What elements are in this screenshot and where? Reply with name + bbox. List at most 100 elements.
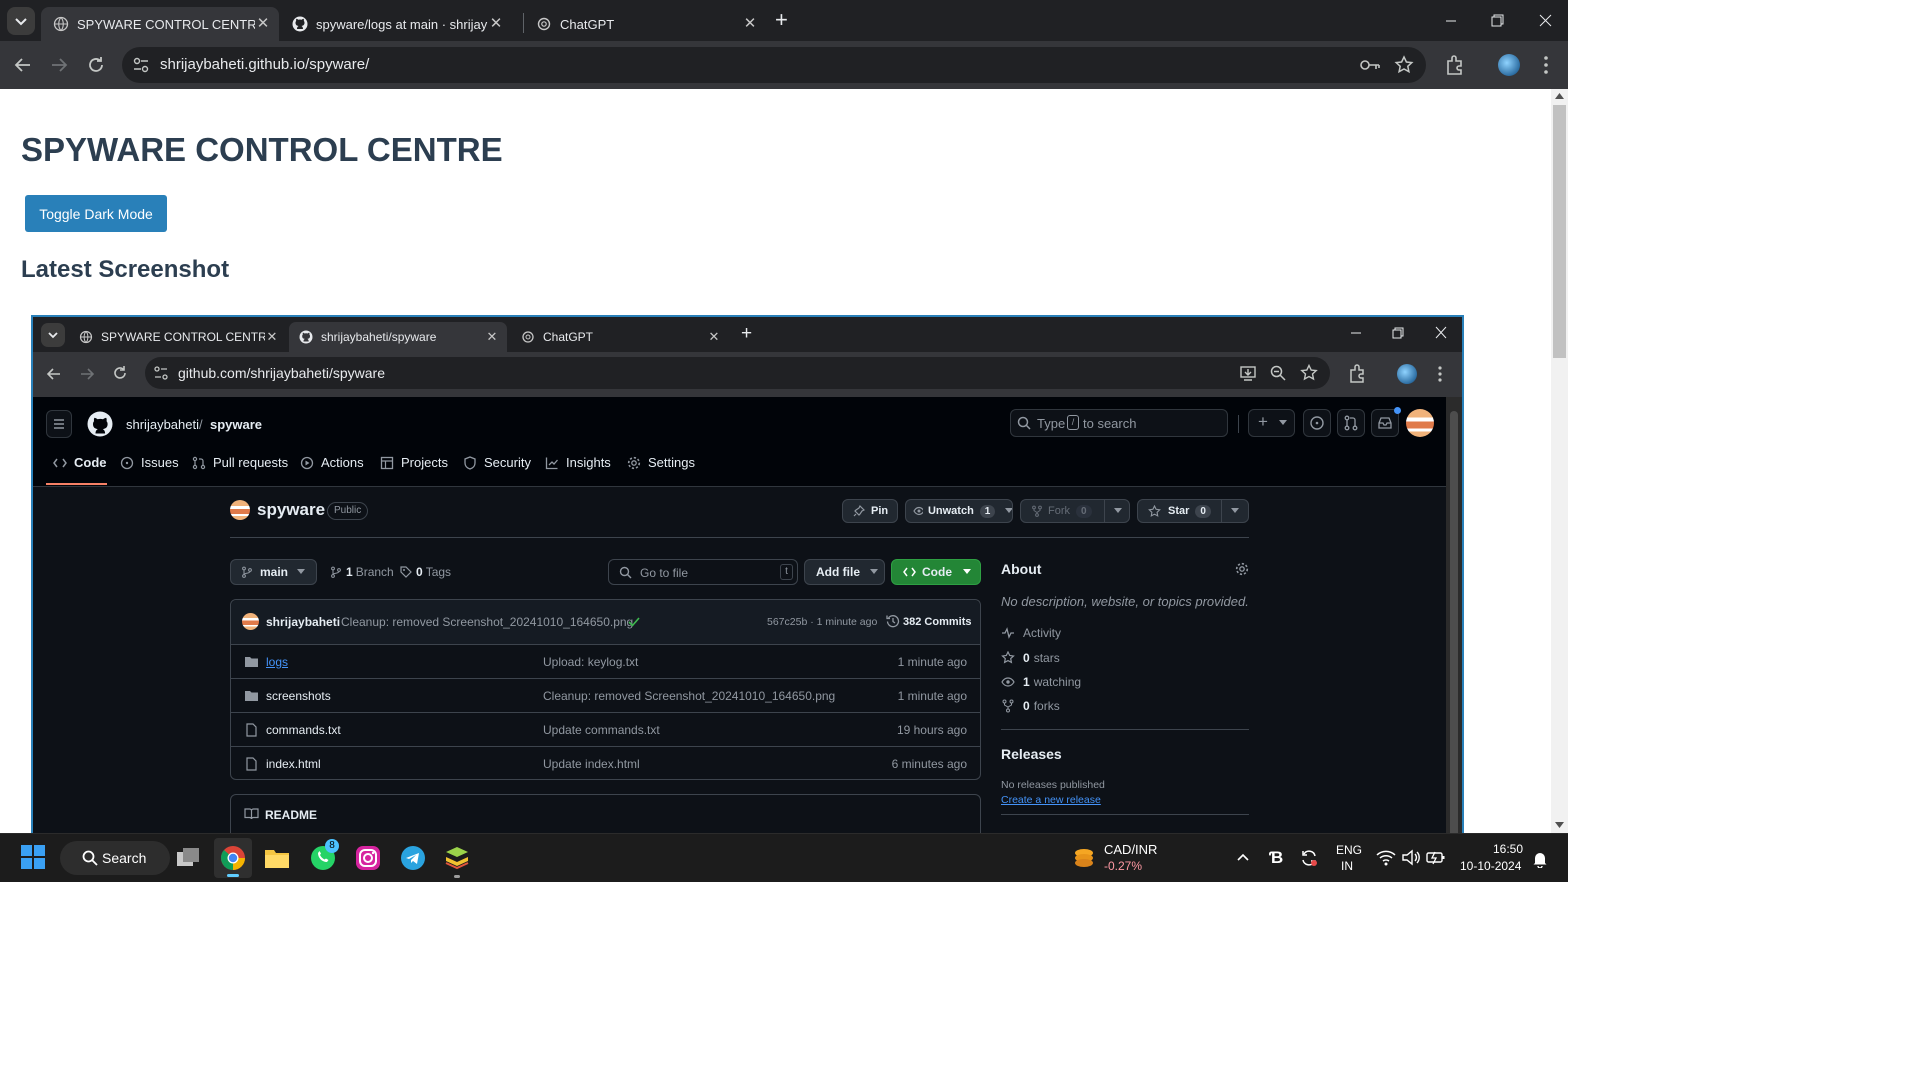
avatar[interactable] [1498, 54, 1520, 76]
address-bar[interactable]: shrijaybaheti.github.io/spyware/ [122, 47, 1426, 83]
password-key-icon[interactable] [1360, 57, 1380, 73]
inner-tab-bar: SPYWARE CONTROL CENTRE ✕ shrijaybaheti/s… [33, 317, 1462, 352]
git-branch-icon [331, 566, 341, 578]
taskbar: Search 8 CAD/INR -0.27% Ɓ ENG IN 16:50 1… [0, 833, 1568, 882]
tab-github-logs[interactable]: spyware/logs at main · shrijayba ✕ [280, 7, 522, 41]
page-scrollbar[interactable] [1551, 89, 1568, 833]
coins-icon[interactable] [1071, 845, 1097, 871]
scrollbar-thumb[interactable] [1553, 105, 1566, 358]
inbox-icon [1378, 417, 1392, 429]
about-divider [1001, 729, 1249, 730]
close-tab-icon[interactable]: ✕ [742, 16, 758, 32]
search-icon [619, 566, 632, 579]
chrome-taskbar-button[interactable] [214, 838, 252, 878]
whatsapp-taskbar-button[interactable]: 8 [309, 839, 339, 872]
tab-chatgpt[interactable]: ChatGPT ✕ [524, 7, 766, 41]
new-tab-button[interactable]: + [775, 9, 795, 33]
chevron-up-icon[interactable] [1236, 852, 1250, 862]
ticker-name: CAD/INR [1104, 842, 1158, 857]
inner-tab-spyware: SPYWARE CONTROL CENTRE ✕ [69, 322, 287, 352]
hamburger-icon [54, 419, 64, 429]
file-explorer-icon[interactable] [263, 844, 291, 872]
play-circle-icon [300, 456, 314, 469]
extensions-icon[interactable] [1444, 54, 1466, 76]
page-title: SPYWARE CONTROL CENTRE [21, 131, 503, 168]
region[interactable]: IN [1341, 859, 1353, 873]
tab-search-button[interactable] [7, 7, 35, 35]
speaker-icon[interactable] [1401, 849, 1421, 866]
bookmark-star-icon [1300, 364, 1318, 381]
taskbar-search[interactable]: Search [60, 841, 170, 875]
url-text: shrijaybaheti.github.io/spyware/ [160, 56, 370, 73]
back-arrow-icon[interactable] [12, 55, 34, 75]
bookmark-star-icon[interactable] [1394, 55, 1414, 75]
browser-toolbar: shrijaybaheti.github.io/spyware/ [0, 41, 1568, 89]
reload-icon[interactable] [85, 54, 107, 76]
inner-scrollbar [1446, 397, 1462, 833]
forward-arrow-icon[interactable] [48, 55, 70, 75]
instagram-icon[interactable] [354, 844, 382, 872]
table-row: screenshots Cleanup: removed Screenshot_… [231, 678, 980, 712]
globe-icon [53, 16, 69, 32]
table-row: commands.txt Update commands.txt 19 hour… [231, 712, 980, 746]
close-tab-icon[interactable]: ✕ [488, 16, 504, 32]
wifi-icon[interactable] [1376, 849, 1396, 866]
nav-security: Security [463, 455, 531, 470]
folder-icon [245, 691, 258, 701]
pulse-icon [1002, 627, 1014, 639]
inner-tab-title: SPYWARE CONTROL CENTRE [101, 330, 265, 344]
site-info-icon[interactable] [132, 57, 150, 73]
windows-start-icon[interactable] [20, 844, 48, 872]
inner-tab-github: shrijaybaheti/spyware ✕ [289, 322, 507, 352]
minimize-button[interactable] [1440, 12, 1462, 30]
caret-down-icon [963, 569, 971, 574]
inbox-button [1371, 407, 1401, 437]
search-icon [82, 850, 98, 866]
bell-icon[interactable] [1532, 850, 1548, 868]
file-commit-message: Update index.html [543, 756, 640, 771]
table-icon [380, 456, 394, 469]
scroll-down-arrow-icon[interactable] [1555, 822, 1564, 829]
nav-projects: Projects [380, 455, 448, 470]
bluestacks-taskbar-button[interactable] [443, 844, 471, 878]
nav-code-underline [46, 483, 107, 485]
file-icon [246, 756, 257, 771]
close-window-button[interactable] [1534, 12, 1556, 30]
nav-actions: Actions [300, 455, 364, 470]
restore-button[interactable] [1486, 12, 1508, 30]
close-tab-icon[interactable]: ✕ [255, 16, 271, 32]
sync-icon[interactable] [1299, 848, 1319, 868]
menu-dots-icon [1438, 366, 1442, 382]
scroll-up-arrow-icon[interactable] [1555, 93, 1564, 100]
visibility-badge: Public [327, 502, 369, 520]
pin-icon [853, 505, 865, 517]
toggle-dark-mode-button[interactable]: Toggle Dark Mode [25, 195, 167, 232]
star-count: 0 [1195, 504, 1211, 518]
latest-commit-bar: shrijaybaheti Cleanup: removed Screensho… [231, 600, 980, 644]
menu-dots-icon[interactable] [1539, 54, 1553, 76]
bluestacks-icon [445, 847, 469, 870]
add-file-button: Add file [804, 559, 885, 585]
issue-opened-icon [1310, 416, 1324, 430]
chevron-down-icon [48, 332, 58, 339]
caret-down-icon [870, 569, 878, 574]
file-time: 6 minutes ago [891, 756, 967, 771]
clock-time[interactable]: 16:50 [1493, 842, 1523, 856]
telegram-icon[interactable] [399, 844, 427, 872]
clock-date[interactable]: 10-10-2024 [1460, 859, 1521, 873]
language[interactable]: ENG [1336, 843, 1362, 857]
issues-button [1303, 409, 1331, 437]
table-row: logs Upload: keylog.txt 1 minute ago [231, 644, 980, 678]
bold-b-icon[interactable]: Ɓ [1269, 848, 1283, 868]
git-pull-request-icon [1344, 415, 1358, 431]
tab-spyware-control[interactable]: SPYWARE CONTROL CENTRE ✕ [41, 7, 279, 41]
notification-dot [1394, 407, 1401, 414]
task-view-icon[interactable] [174, 844, 202, 872]
code-icon [903, 567, 916, 577]
battery-icon[interactable] [1426, 849, 1446, 866]
user-avatar [1406, 409, 1434, 437]
close-tab-icon: ✕ [266, 329, 278, 344]
file-name: screenshots [266, 688, 331, 703]
readme-title: README [265, 808, 318, 822]
tag-icon [400, 566, 412, 578]
